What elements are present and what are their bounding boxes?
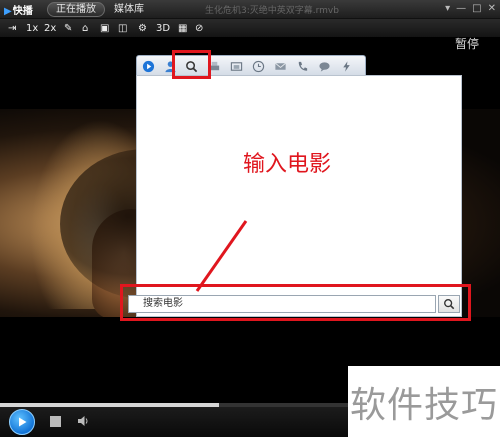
watermark: 软件技巧	[348, 366, 500, 437]
play-button[interactable]	[9, 409, 35, 435]
search-button-icon	[444, 299, 455, 310]
play-button-icon	[19, 417, 27, 427]
search-box-highlight: 搜索电影	[120, 284, 471, 321]
playback-controls	[0, 407, 348, 437]
search-button[interactable]	[438, 295, 460, 313]
stop-button[interactable]	[50, 416, 61, 427]
volume-icon[interactable]	[76, 414, 90, 428]
search-input[interactable]: 搜索电影	[128, 295, 436, 313]
